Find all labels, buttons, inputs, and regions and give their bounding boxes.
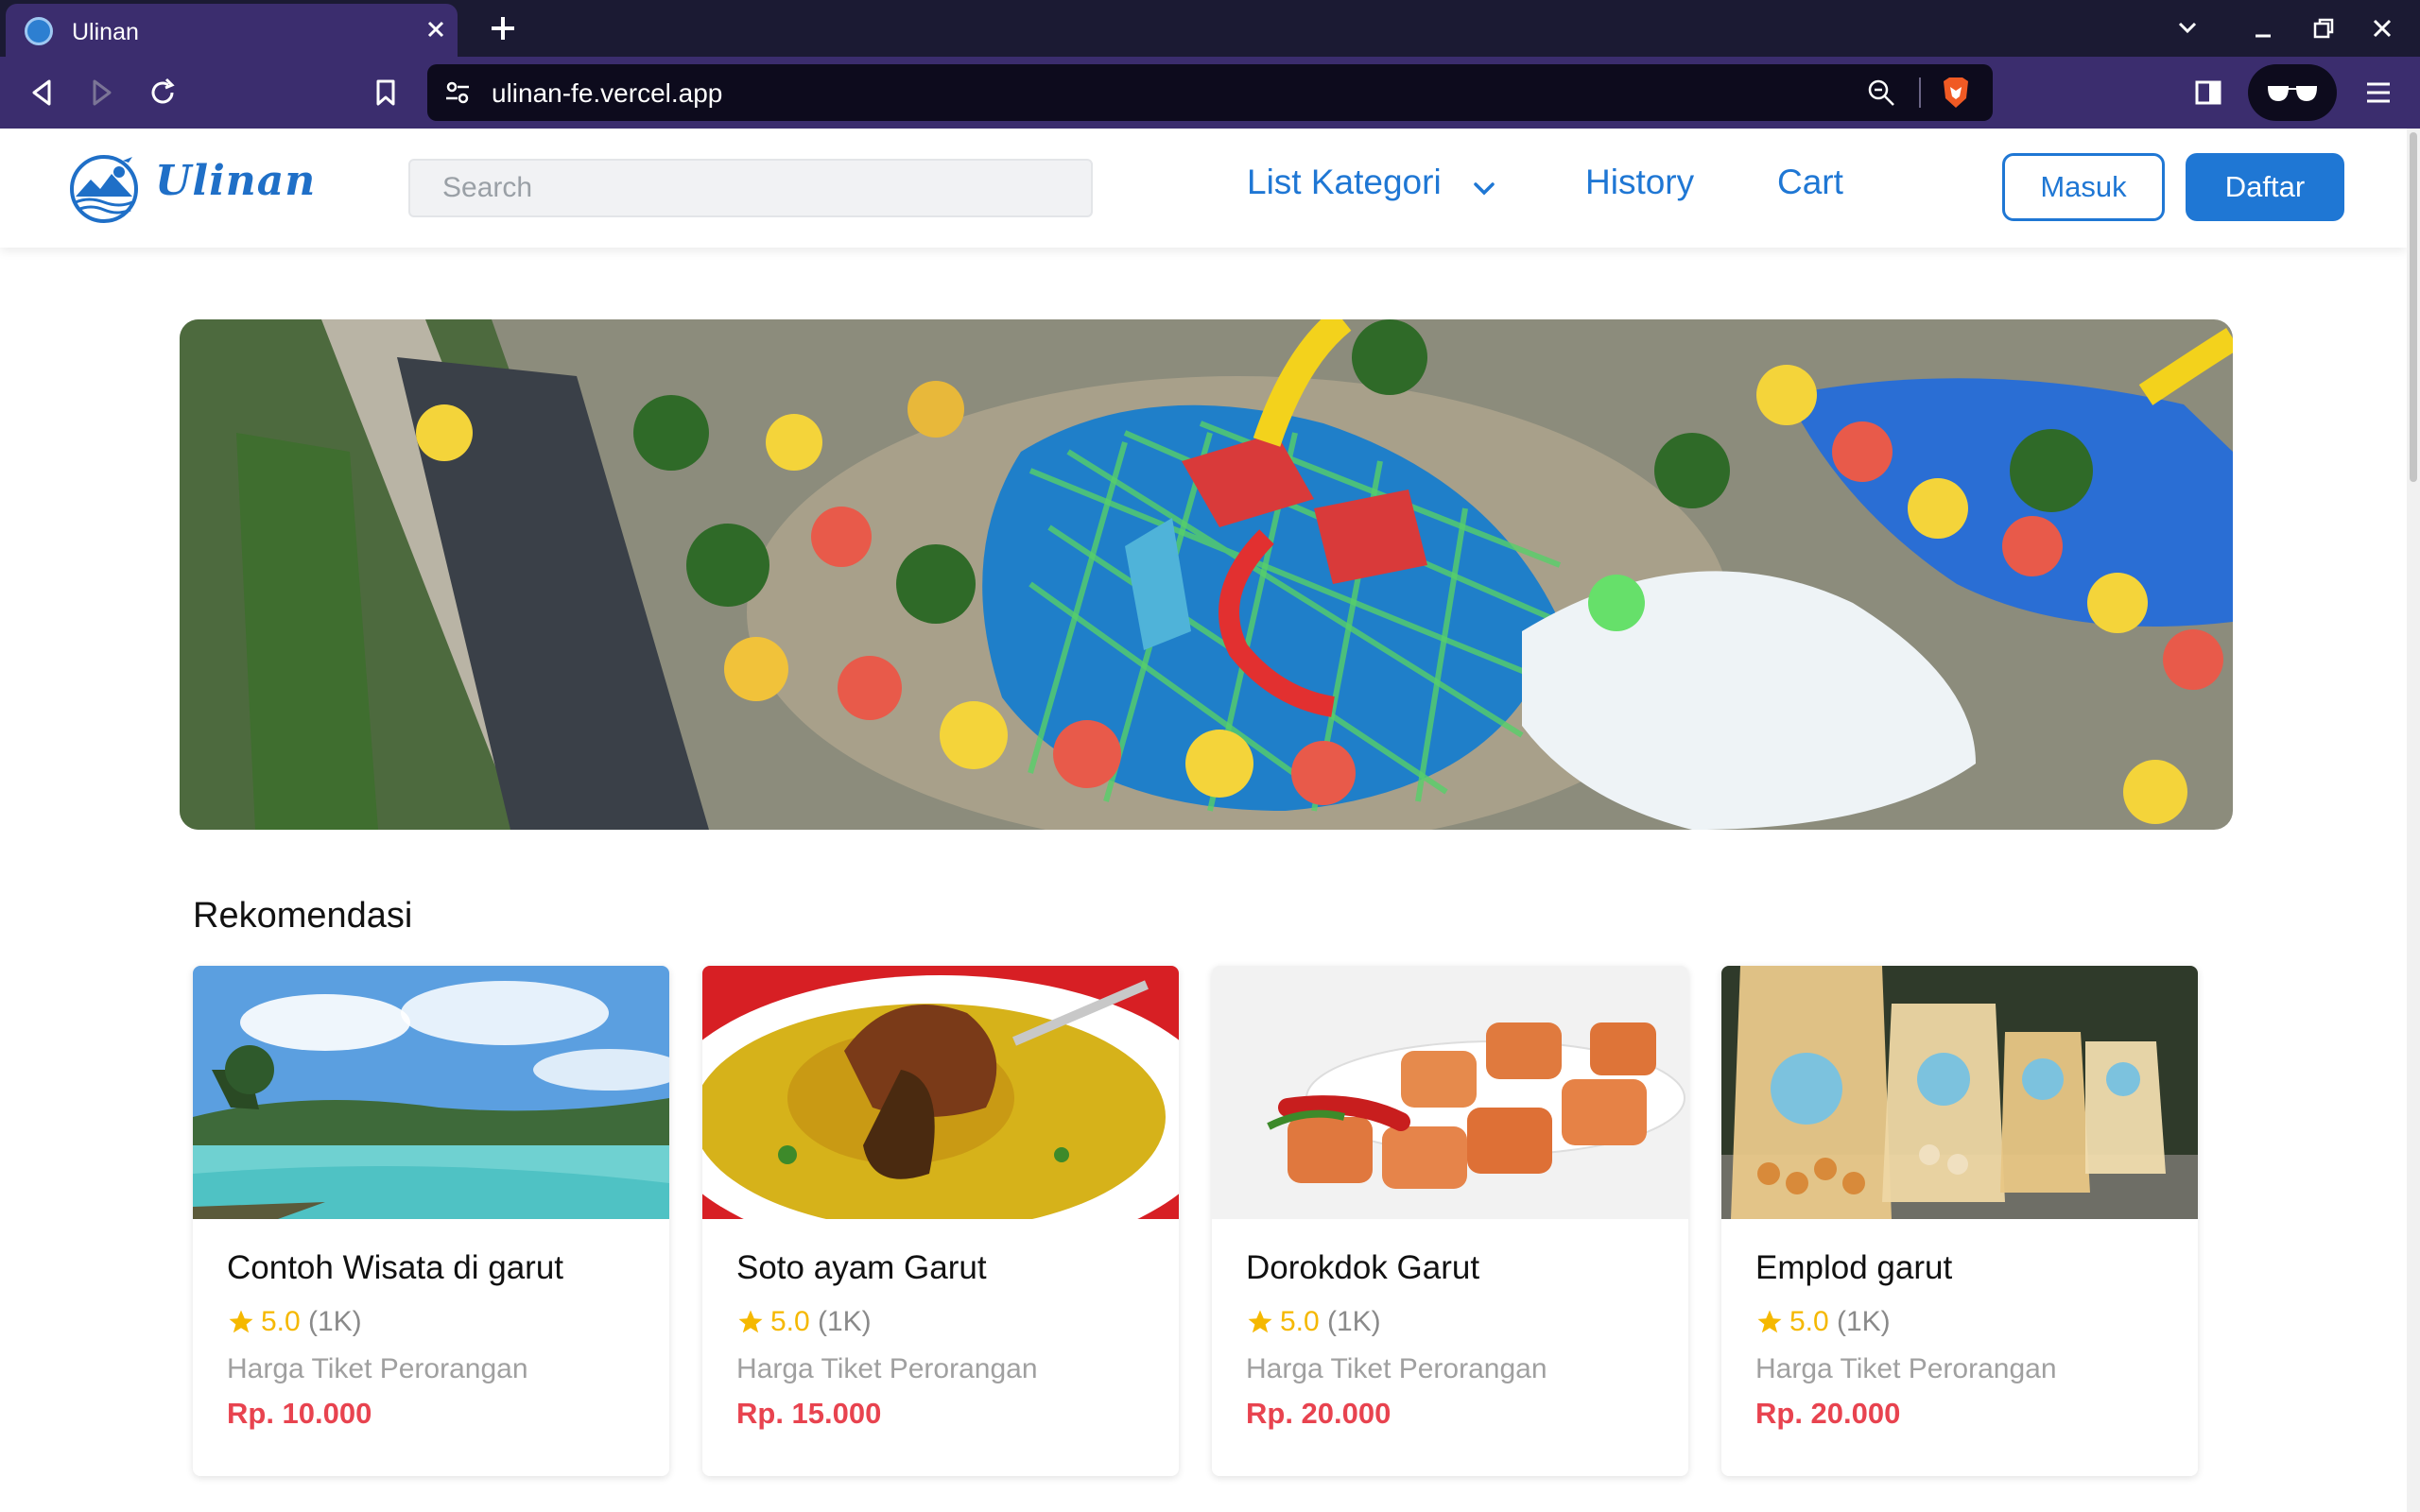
rating-value: 5.0 bbox=[261, 1306, 301, 1337]
page-scrollbar[interactable] bbox=[2407, 129, 2420, 1512]
price-value: Rp. 15.000 bbox=[736, 1397, 882, 1430]
nav-history[interactable]: History bbox=[1585, 163, 1694, 202]
browser-tab[interactable]: Ulinan bbox=[6, 4, 458, 57]
back-arrow-icon[interactable] bbox=[21, 72, 62, 113]
card-title: Soto ayam Garut bbox=[736, 1249, 987, 1286]
search-input[interactable] bbox=[408, 159, 1093, 217]
close-window-icon[interactable] bbox=[2363, 9, 2401, 47]
recommendation-card[interactable]: Dorokdok Garut 5.0 (1K) Harga Tiket Pero… bbox=[1212, 966, 1688, 1476]
price-label: Harga Tiket Perorangan bbox=[1246, 1353, 1547, 1384]
register-button[interactable]: Daftar bbox=[2186, 153, 2344, 221]
new-tab-button[interactable] bbox=[482, 8, 524, 49]
card-image-lake-landscape bbox=[193, 966, 669, 1219]
star-icon bbox=[738, 1310, 763, 1333]
card-image-crackers-plate bbox=[1212, 966, 1688, 1219]
site-favicon-icon bbox=[25, 17, 53, 45]
rating-count: (1K) bbox=[1837, 1306, 1891, 1337]
restore-window-icon[interactable] bbox=[2305, 9, 2342, 47]
recommendation-card[interactable]: Soto ayam Garut 5.0 (1K) Harga Tiket Per… bbox=[702, 966, 1179, 1476]
star-icon bbox=[229, 1310, 253, 1333]
login-button[interactable]: Masuk bbox=[2002, 153, 2165, 221]
price-label: Harga Tiket Perorangan bbox=[227, 1353, 528, 1384]
zoom-icon[interactable] bbox=[1866, 77, 1896, 108]
glasses-icon bbox=[2267, 86, 2318, 102]
hero-banner-image bbox=[180, 319, 2233, 830]
tab-title: Ulinan bbox=[72, 19, 139, 45]
section-title-rekomendasi: Rekomendasi bbox=[193, 896, 413, 936]
rating-value: 5.0 bbox=[1789, 1306, 1829, 1337]
card-title: Dorokdok Garut bbox=[1246, 1249, 1480, 1286]
rating-value: 5.0 bbox=[1280, 1306, 1320, 1337]
rating-value: 5.0 bbox=[770, 1306, 810, 1337]
close-tab-icon[interactable] bbox=[420, 13, 452, 45]
price-value: Rp. 10.000 bbox=[227, 1397, 372, 1430]
star-icon bbox=[1757, 1310, 1782, 1333]
card-image-soup-dish bbox=[702, 966, 1179, 1259]
sidebar-toggle-icon[interactable] bbox=[2187, 72, 2229, 113]
rating-count: (1K) bbox=[1327, 1306, 1381, 1337]
price-label: Harga Tiket Perorangan bbox=[1755, 1353, 2057, 1384]
forward-arrow-icon[interactable] bbox=[81, 72, 123, 113]
address-bar[interactable]: ulinan-fe.vercel.app bbox=[427, 64, 1993, 121]
nav-list-kategori[interactable]: List Kategori bbox=[1247, 163, 1442, 202]
brave-shields-icon[interactable] bbox=[1940, 76, 1972, 110]
minimize-window-icon[interactable] bbox=[2244, 9, 2282, 47]
site-navbar: Ulinan List Kategori History Cart Masuk … bbox=[0, 129, 2407, 248]
recommendation-card[interactable]: Emplod garut 5.0 (1K) Harga Tiket Perora… bbox=[1721, 966, 2198, 1476]
site-settings-icon[interactable] bbox=[444, 79, 471, 106]
chevron-down-icon[interactable] bbox=[1469, 174, 1499, 204]
rating-count: (1K) bbox=[308, 1306, 362, 1337]
brand-wordmark[interactable]: Ulinan bbox=[155, 157, 316, 205]
card-title: Emplod garut bbox=[1755, 1249, 1953, 1286]
bookmark-icon[interactable] bbox=[365, 72, 406, 113]
scrollbar-thumb[interactable] bbox=[2410, 132, 2417, 482]
price-value: Rp. 20.000 bbox=[1246, 1397, 1392, 1430]
browser-tab-strip: Ulinan bbox=[0, 0, 2420, 57]
nav-cart[interactable]: Cart bbox=[1777, 163, 1843, 202]
web-page: Ulinan List Kategori History Cart Masuk … bbox=[0, 129, 2407, 1512]
rating-count: (1K) bbox=[818, 1306, 872, 1337]
price-value: Rp. 20.000 bbox=[1755, 1397, 1901, 1430]
price-label: Harga Tiket Perorangan bbox=[736, 1353, 1038, 1384]
card-title: Contoh Wisata di garut bbox=[227, 1249, 564, 1286]
star-icon bbox=[1248, 1310, 1272, 1333]
reload-icon[interactable] bbox=[142, 72, 183, 113]
ulinan-logo-icon[interactable] bbox=[66, 153, 146, 223]
url-text[interactable]: ulinan-fe.vercel.app bbox=[492, 78, 722, 109]
address-bar-divider bbox=[1919, 77, 1921, 108]
recommendation-list: Contoh Wisata di garut 5.0 (1K) Harga Ti… bbox=[193, 966, 2235, 1476]
tab-list-chevron-icon[interactable] bbox=[2169, 9, 2206, 47]
card-image-snack-bags bbox=[1721, 966, 2198, 1219]
recommendation-card[interactable]: Contoh Wisata di garut 5.0 (1K) Harga Ti… bbox=[193, 966, 669, 1476]
browser-toolbar: ulinan-fe.vercel.app bbox=[0, 57, 2420, 129]
menu-hamburger-icon[interactable] bbox=[2358, 72, 2399, 113]
private-glasses-button[interactable] bbox=[2248, 64, 2337, 121]
